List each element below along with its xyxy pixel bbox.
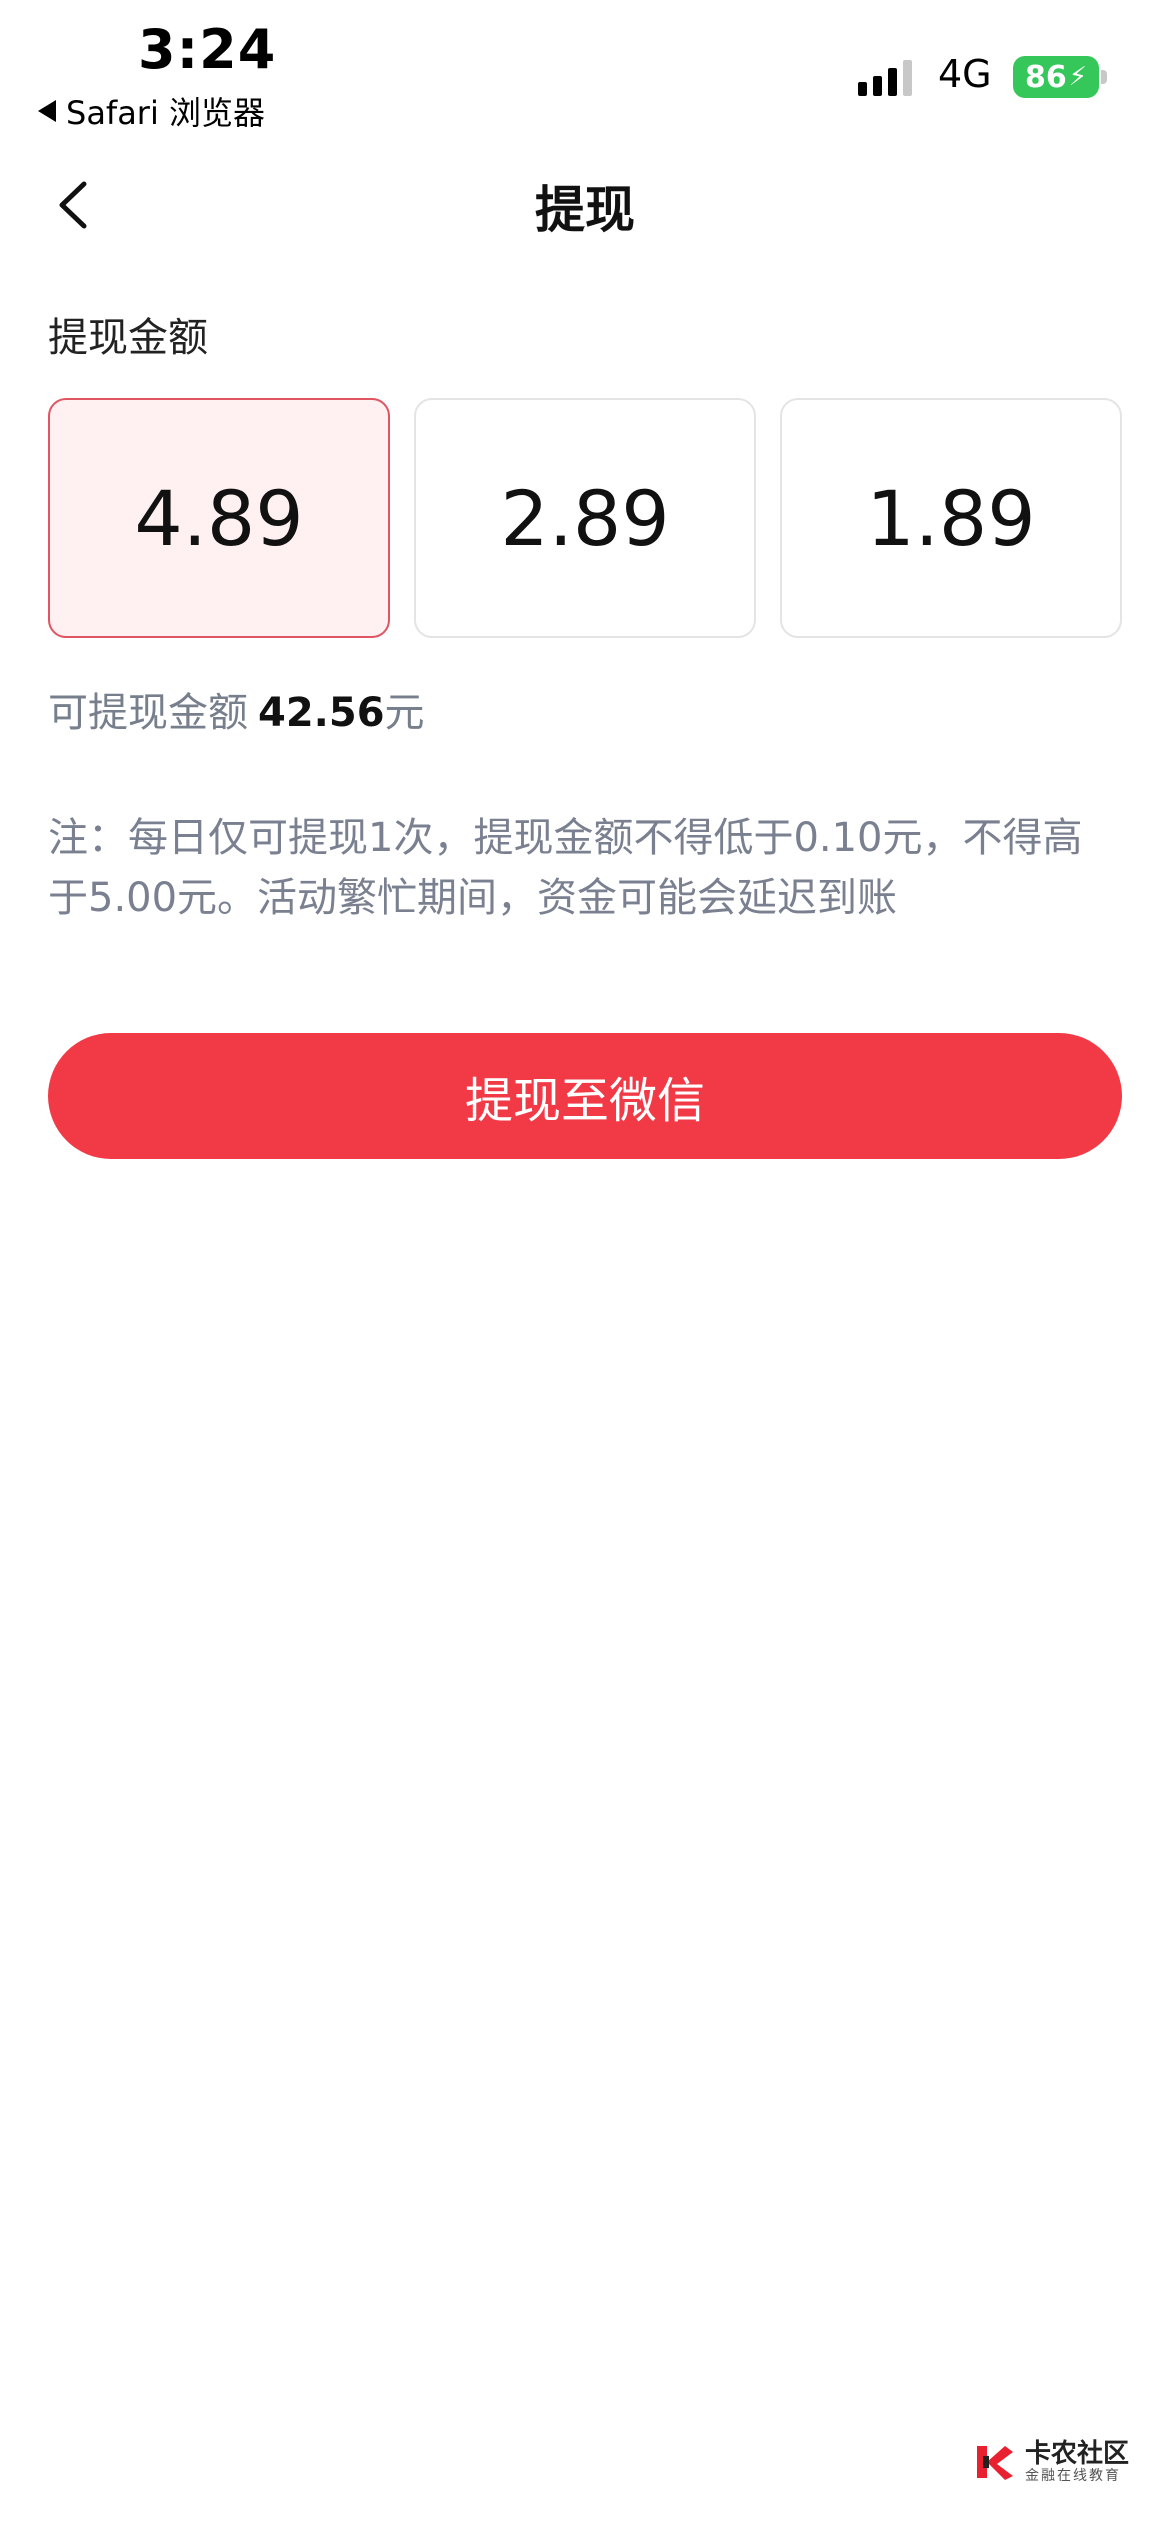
kanong-logo-icon [977, 2446, 1013, 2480]
signal-bar [903, 60, 912, 96]
back-to-app-link[interactable]: Safari 浏览器 [38, 88, 265, 134]
status-time: 3:24 [138, 18, 277, 81]
withdraw-to-wechat-button[interactable]: 提现至微信 [48, 1033, 1122, 1159]
available-balance-label: 可提现金额 [48, 690, 248, 736]
battery-tip [1101, 70, 1107, 84]
back-to-app-label: Safari 浏览器 [66, 94, 266, 132]
page: 3:24 Safari 浏览器 4G 86 ⚡ 提现 提现金额 4.89 2.8… [0, 0, 1170, 2532]
back-triangle-icon [38, 100, 56, 122]
nav-bar: 提现 [0, 160, 1170, 250]
watermark-subtitle: 金融在线教育 [1025, 2468, 1121, 2484]
watermark-title: 卡农社区 [1025, 2439, 1130, 2469]
bolt-icon: ⚡ [1068, 62, 1087, 92]
chevron-left-icon [59, 181, 87, 229]
network-type: 4G [938, 52, 992, 96]
withdraw-note: 注：每日仅可提现1次，提现金额不得低于0.10元，不得高于5.00元。活动繁忙期… [48, 815, 1083, 921]
available-balance-amount: 42.56 [258, 690, 385, 736]
battery-icon: 86 ⚡ [1013, 56, 1099, 98]
amount-options: 4.89 2.89 1.89 [48, 398, 1122, 640]
amount-option-1[interactable]: 4.89 [48, 398, 390, 638]
signal-bar [873, 76, 882, 96]
back-button[interactable] [50, 180, 100, 230]
amount-section-label: 提现金额 [48, 315, 208, 361]
available-balance-unit: 元 [384, 690, 425, 736]
watermark-logo: 卡农社区 金融在线教育 [975, 2440, 1129, 2484]
signal-bar [888, 68, 897, 96]
status-bar: 3:24 Safari 浏览器 4G 86 ⚡ [0, 0, 1170, 140]
available-balance: 可提现金额 42.56元 [48, 680, 425, 738]
cellular-signal-icon [858, 58, 912, 96]
amount-option-3[interactable]: 1.89 [780, 398, 1122, 638]
battery-level: 86 [1024, 59, 1067, 95]
page-title: 提现 [535, 181, 635, 239]
signal-bar [858, 82, 867, 96]
amount-option-2[interactable]: 2.89 [414, 398, 756, 638]
